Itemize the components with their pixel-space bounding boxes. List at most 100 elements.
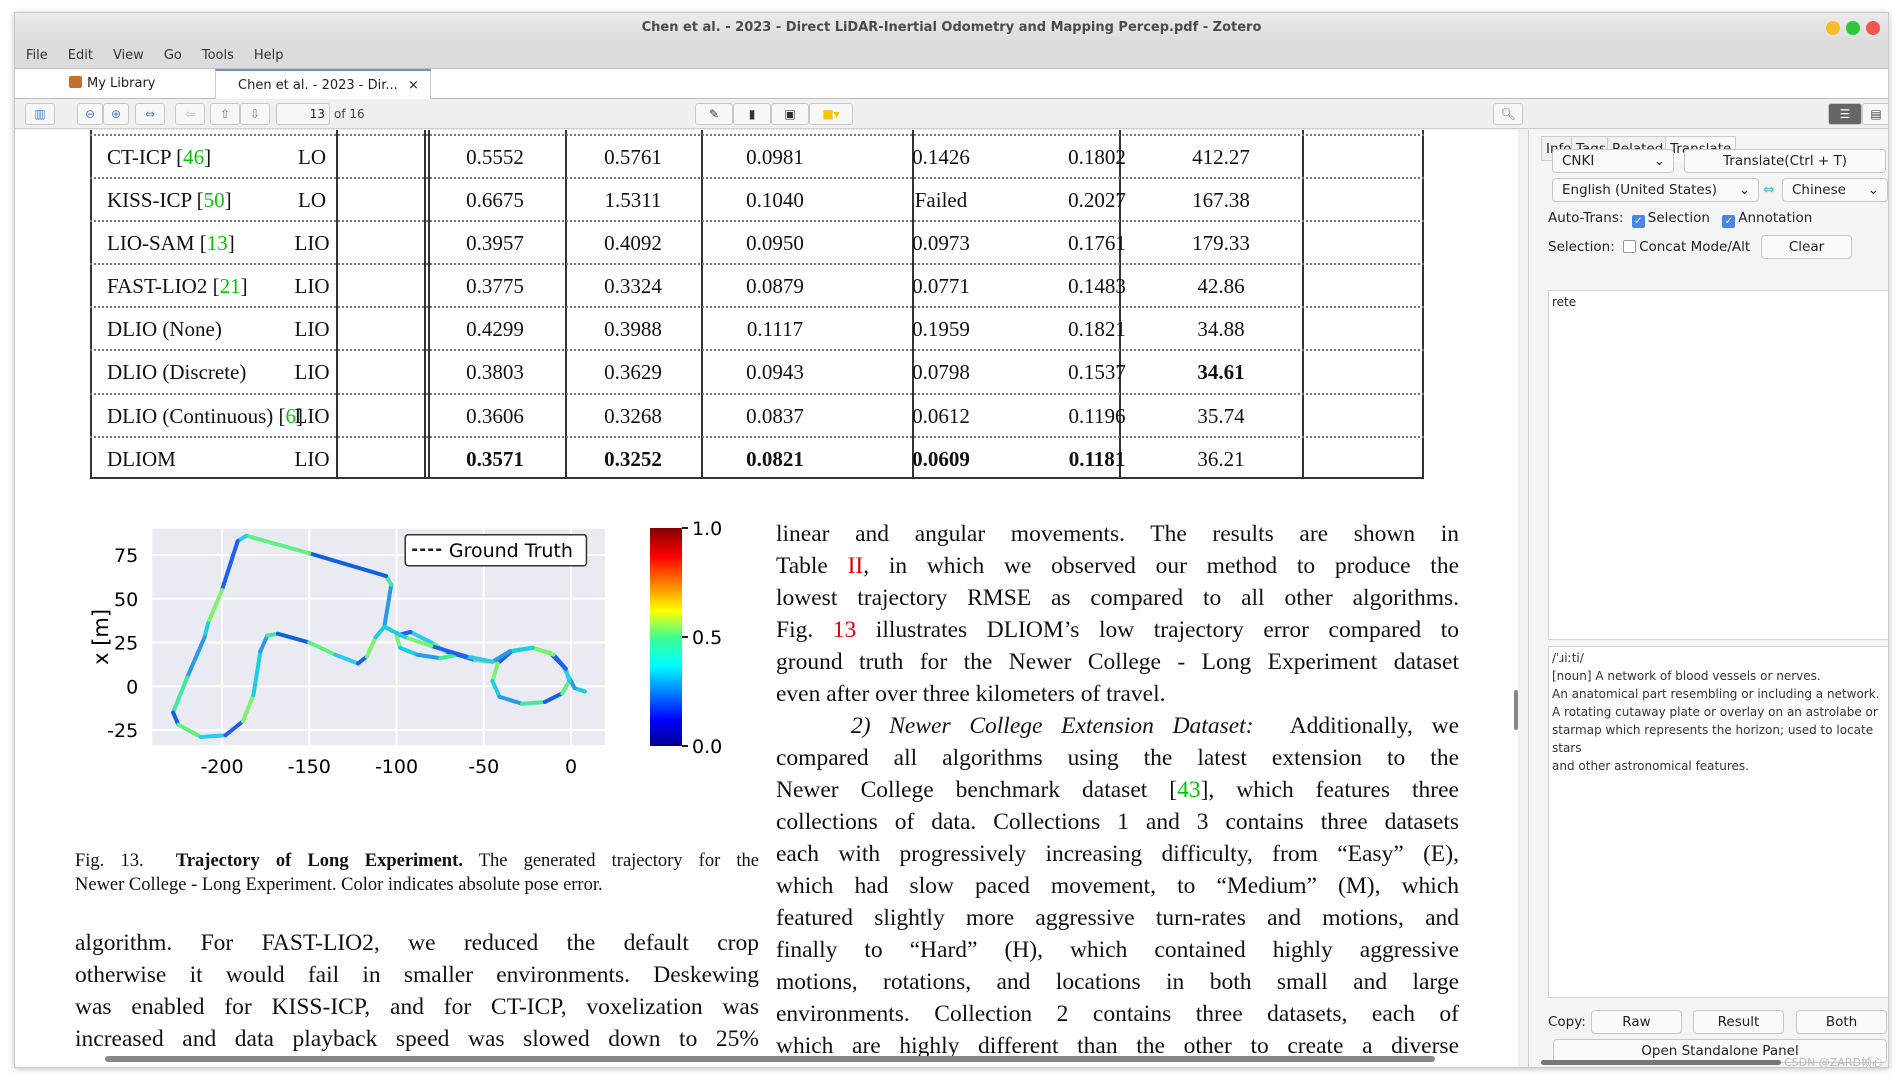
toggle-sidebar-button[interactable]: ▥ [25,103,55,125]
body-text-line: even after over three kilometers of trav… [776,681,1459,708]
table-cell-type: LIO [294,274,330,298]
window-title: Chen et al. - 2023 - Direct LiDAR-Inerti… [641,20,1262,35]
cross-reference-link[interactable]: 13 [833,617,857,643]
menu-go[interactable]: Go [164,43,182,68]
table-row-method: DLIOM [107,447,176,472]
previous-page-button[interactable]: ⇧ [210,103,240,125]
text-span: featured slightly more aggressive turn-r… [776,905,1459,931]
area-tool-button[interactable]: ▣ [771,103,809,125]
color-picker-button[interactable]: ■▾ [809,103,853,125]
caption-text: The generated trajectory for the [478,851,759,871]
horizontal-scrollbar[interactable] [105,1056,1435,1062]
table-cell-value: 0.1181 [1068,447,1126,471]
zoom-out-button[interactable]: ⊖ [77,103,103,125]
table-cell-value: 34.88 [1197,317,1245,341]
citation-link[interactable]: 21 [220,274,241,298]
text-span: Additionally, we [1253,713,1459,739]
table-cell-value: 0.3571 [466,447,524,471]
selection-checkbox[interactable]: ✓ [1631,215,1645,228]
highlight-tool-button[interactable]: ✎ [695,103,733,125]
zoom-in-button[interactable]: ⊕ [103,103,129,125]
menu-file[interactable]: File [26,43,48,68]
target-language-select[interactable]: Chinese ⌄ [1782,178,1888,202]
table-cell-value: 0.4092 [604,231,662,255]
text-span: which had slow paced movement, to “Mediu… [776,873,1459,899]
menu-edit[interactable]: Edit [68,43,93,68]
table-cell-value: 0.0943 [746,360,804,384]
maximize-button[interactable] [1846,21,1860,35]
menu-view[interactable]: View [113,43,144,68]
close-tab-icon[interactable]: × [408,78,419,93]
copy-both-button[interactable]: Both [1796,1010,1887,1034]
text-span: collections of data. Collections 1 and 3… [776,809,1459,835]
toggle-context-pane-button[interactable]: ☰ [1828,103,1862,125]
copy-result-button[interactable]: Result [1693,1010,1784,1034]
citation-link[interactable]: 46 [183,145,204,169]
text-span: 2) Newer College Extension Dataset: [776,713,1254,739]
result-text-area[interactable]: /ˈɹiːti/ [noun] A network of blood vessel… [1548,646,1888,998]
table-cell-value: 0.0771 [912,274,970,298]
table-cell-type: LO [298,145,326,169]
body-text-line: each with progressively increasing diffi… [776,841,1459,868]
pdf-page: CT-ICP [46] LO 0.5552 0.5761 0.0981 0.1426 0.1… [15,130,1518,1067]
back-button[interactable]: ⇦ [175,103,205,125]
text-span: ], which features three [1200,777,1459,803]
vertical-scrollbar[interactable] [1514,690,1518,730]
source-language-select[interactable]: English (United States) ⌄ [1552,178,1759,202]
menu-help[interactable]: Help [254,43,284,68]
x-tick-label: 0 [565,756,577,775]
service-select[interactable]: CNKI ⌄ [1552,149,1674,173]
table-cell-value: 1.5311 [604,188,662,212]
minimize-button[interactable] [1826,21,1840,35]
table-cell-value: 0.3252 [604,447,662,471]
translation-result-line: and other astronomical features. [1552,759,1749,773]
text-span: linear and angular movements. The result… [776,521,1459,547]
method-name: DLIO (Continuous) [107,404,274,428]
citation-link[interactable]: 50 [204,188,225,212]
next-page-button[interactable]: ⇩ [240,103,270,125]
tab-label: My Library [87,76,156,91]
fit-width-button[interactable]: ⇔ [135,103,165,125]
table-cell-value: 0.5761 [604,145,662,169]
citation-link[interactable]: 13 [207,231,228,255]
find-button[interactable]: 🔍︎ [1493,103,1523,125]
body-text-line: was enabled for KISS-ICP, and for CT-ICP… [75,994,759,1020]
cross-reference-link[interactable]: II [848,553,864,579]
auto-trans-label: Auto-Trans: [1548,210,1624,226]
table-row-divider [90,177,1424,179]
panel-scrollbar[interactable] [1541,1060,1781,1065]
menu-tools[interactable]: Tools [202,43,234,68]
table-row-divider [90,263,1424,265]
copy-raw-button[interactable]: Raw [1591,1010,1682,1034]
translate-button[interactable]: Translate(Ctrl + T) [1684,149,1886,173]
translation-result-line: An anatomical part resembling or includi… [1552,687,1880,701]
swap-languages-icon[interactable]: ⇔ [1763,182,1775,198]
annotation-checkbox[interactable]: ✓ [1722,215,1736,228]
body-text-line: Table II, in which we observed our metho… [776,553,1459,580]
caption-text-2: Newer College - Long Experiment. Color i… [75,875,603,895]
method-name: FAST-LIO2 [107,274,208,298]
tab-my-library[interactable]: My Library [15,69,215,99]
table-cell-value: 179.33 [1192,231,1250,255]
table-border [90,130,92,479]
translate-panel: Info Tags Related Translate CNKI⌄ Transl… [1528,130,1888,1067]
body-text-line: Newer College benchmark dataset [43], wh… [776,777,1459,804]
close-button[interactable] [1866,21,1880,35]
source-language-value: English (United States) [1562,182,1717,198]
menu-bar: File Edit View Go Tools Help [15,43,1888,69]
notes-pane-button[interactable]: ▤ [1862,103,1888,125]
clear-button[interactable]: Clear [1761,235,1852,259]
x-tick-label: -150 [288,756,331,775]
table-cell-value: 0.1040 [746,188,804,212]
y-tick-label: 50 [114,589,138,611]
table-row-divider [90,306,1424,308]
concat-mode-checkbox[interactable] [1623,240,1637,253]
note-tool-button[interactable]: ▮ [733,103,771,125]
y-tick-label: -25 [107,720,138,742]
tab-pdf[interactable]: Chen et al. - 2023 - Dir... × [215,69,431,99]
cross-reference-link[interactable]: 43 [1177,777,1201,803]
source-text-area[interactable]: rete [1548,290,1888,640]
page-number-input[interactable]: 13 [276,103,330,125]
text-span: Newer College benchmark dataset [ [776,777,1178,803]
caption-title: Trajectory of Long Experiment. [175,851,463,871]
